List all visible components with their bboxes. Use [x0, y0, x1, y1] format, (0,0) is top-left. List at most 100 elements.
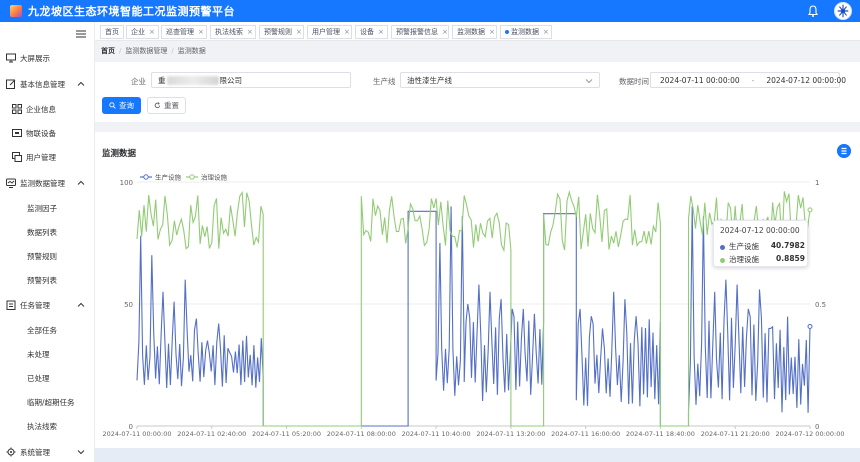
close-icon[interactable]: × [247, 28, 253, 36]
sidebar-item-label: 全部任务 [27, 326, 57, 335]
tooltip-time: 2024-07-12 00:00:00 [720, 226, 800, 235]
sidebar-item-data-list[interactable]: 数据列表 [0, 223, 95, 241]
legend-dot [720, 244, 725, 250]
x-axis-tick-label: 2024-07-11 08:00:00 [327, 430, 396, 438]
breadcrumb: 首页 / 监测数据管理 / 监测数据 [101, 46, 206, 56]
production-line-select[interactable]: 油性漆生产线 [400, 72, 600, 88]
tab-label: 监测数据 [457, 28, 485, 36]
company-value-prefix: 重 [158, 75, 166, 85]
breadcrumb-home[interactable]: 首页 [101, 47, 115, 55]
legend-label: 治理设施 [201, 173, 228, 182]
tab-monitoring-data-1[interactable]: 监测数据 × [452, 25, 497, 39]
legend-marker [189, 174, 195, 180]
chart-tooltip: 2024-07-12 00:00:00 生产设施 40.7982 治理设施 0.88… [713, 220, 808, 267]
sidebar-item-basic-info[interactable]: 基本信息管理 [0, 75, 95, 93]
tab-users[interactable]: 用户管理 × [307, 25, 352, 39]
x-axis-tick-label: 2024-07-11 18:40:00 [626, 430, 695, 438]
redacted-text [166, 75, 219, 85]
tooltip-value: 40.7982 [770, 241, 805, 250]
tab-label: 企业 [131, 28, 145, 36]
sidebar-item-enforcement-clues[interactable]: 执法线索 [0, 417, 95, 435]
sidebar-item-label: 未处理 [27, 350, 50, 359]
close-icon[interactable]: × [344, 28, 350, 36]
sidebar-item-user-management[interactable]: 用户管理 [0, 148, 95, 166]
tooltip-row-production: 生产设施 40.7982 [720, 241, 805, 252]
x-axis-tick-label: 2024-07-11 13:20:00 [476, 430, 545, 438]
sidebar-item-label: 系统管理 [20, 448, 50, 457]
sidebar-item-label: 预警规则 [27, 252, 57, 261]
top-bar: 九龙坡区生态环境智能工况监测预警平台 [0, 0, 860, 22]
tab-alert-info[interactable]: 预警报警信息 × [391, 25, 449, 39]
sidebar-item-label: 监测因子 [27, 204, 57, 213]
sidebar-item-task-management[interactable]: 任务管理 [0, 296, 95, 314]
close-icon[interactable]: × [442, 28, 448, 36]
tab-monitoring-data-active[interactable]: 监测数据 × [500, 25, 552, 39]
close-icon[interactable]: × [198, 28, 204, 36]
close-icon[interactable]: × [543, 28, 549, 36]
sidebar-item-processed[interactable]: 已处理 [0, 369, 95, 387]
reset-button[interactable]: 重置 [147, 97, 186, 114]
sidebar-item-label: 执法线索 [27, 422, 57, 431]
menu-collapse-icon[interactable] [76, 30, 86, 38]
start-date[interactable]: 2024-07-11 00:00:00 [660, 76, 740, 85]
monitoring-line-chart[interactable]: 05010000.512024-07-11 00:00:00 2024-07-11… [95, 132, 860, 448]
device-icon [12, 129, 22, 137]
refresh-icon [154, 102, 161, 109]
tab-inspection[interactable]: 巡查管理 × [161, 25, 207, 39]
section-title: 监测数据 [102, 149, 137, 159]
sidebar-item-monitoring-data[interactable]: 监测数据管理 [0, 174, 95, 192]
sidebar-item-system-management[interactable]: 系统管理 [0, 443, 95, 461]
tab-label: 用户管理 [312, 28, 340, 36]
sidebar-item-company-info[interactable]: 企业信息 [0, 100, 95, 118]
sidebar-item-alert-rules[interactable]: 预警规则 [0, 247, 95, 265]
tab-enforcement[interactable]: 执法线索 × [210, 25, 256, 39]
monitor-icon [6, 53, 16, 63]
sidebar-item-unprocessed[interactable]: 未处理 [0, 345, 95, 363]
sidebar-item-monitoring-factors[interactable]: 监测因子 [0, 199, 95, 217]
sidebar-item-due-overdue-tasks[interactable]: 临期/超期任务 [0, 393, 95, 411]
sidebar-item-all-tasks[interactable]: 全部任务 [0, 321, 95, 339]
sidebar-item-label: 数据列表 [27, 228, 57, 237]
sidebar-item-dashboard[interactable]: 大屏展示 [0, 49, 95, 67]
tab-label: 监测数据 [511, 28, 539, 36]
tab-label: 设备 [360, 28, 374, 36]
series-end-point [807, 207, 813, 213]
active-dot [505, 30, 509, 34]
close-icon[interactable]: × [296, 28, 302, 36]
tab-home[interactable]: 首页 [100, 25, 124, 39]
sidebar-item-alert-list[interactable]: 预警列表 [0, 271, 95, 289]
x-axis-tick-label: 2024-07-11 00:00:00 [102, 430, 171, 438]
tab-label: 执法线索 [215, 28, 243, 36]
series-end-point [807, 323, 813, 329]
bell-icon[interactable] [806, 4, 820, 18]
chart-menu-icon[interactable] [837, 144, 851, 158]
sidebar-item-label: 临期/超期任务 [27, 398, 75, 407]
date-range-picker[interactable]: 2024-07-11 00:00:00 - 2024-07-12 00:00:0… [650, 72, 846, 88]
chevron-up-icon [77, 302, 85, 307]
tab-alert-rules[interactable]: 预警规则 × [259, 25, 304, 39]
settings-icon [6, 447, 16, 457]
legend-marker [143, 174, 149, 180]
sidebar-item-iot-devices[interactable]: 物联设备 [0, 124, 95, 142]
sidebar: 大屏展示 基本信息管理 企业信息 物联设备 用户管理 监测数据管理 监测因子 数… [0, 22, 95, 462]
grid-icon [12, 104, 22, 114]
tab-label: 预警规则 [264, 28, 292, 36]
legend-dot [720, 257, 725, 263]
sidebar-item-label: 企业信息 [26, 105, 56, 114]
tab-company[interactable]: 企业 × [126, 25, 159, 39]
close-icon[interactable]: × [378, 28, 384, 36]
line-label: 生产线 [373, 77, 396, 86]
query-button[interactable]: 查询 [102, 97, 141, 114]
breadcrumb-separator: / [171, 47, 174, 55]
sidebar-item-label: 监测数据管理 [20, 179, 65, 188]
end-date[interactable]: 2024-07-12 00:00:00 [766, 76, 846, 85]
user-avatar-icon[interactable] [834, 2, 852, 20]
company-select[interactable]: 重 限公司 [151, 72, 351, 88]
close-icon[interactable]: × [489, 28, 495, 36]
sidebar-item-label: 物联设备 [26, 129, 56, 138]
close-icon[interactable]: × [149, 28, 155, 36]
tooltip-series-name: 生产设施 [729, 242, 759, 251]
chevron-down-icon [585, 79, 593, 84]
user-screen-icon [12, 152, 22, 162]
tab-devices[interactable]: 设备 × [355, 25, 388, 39]
